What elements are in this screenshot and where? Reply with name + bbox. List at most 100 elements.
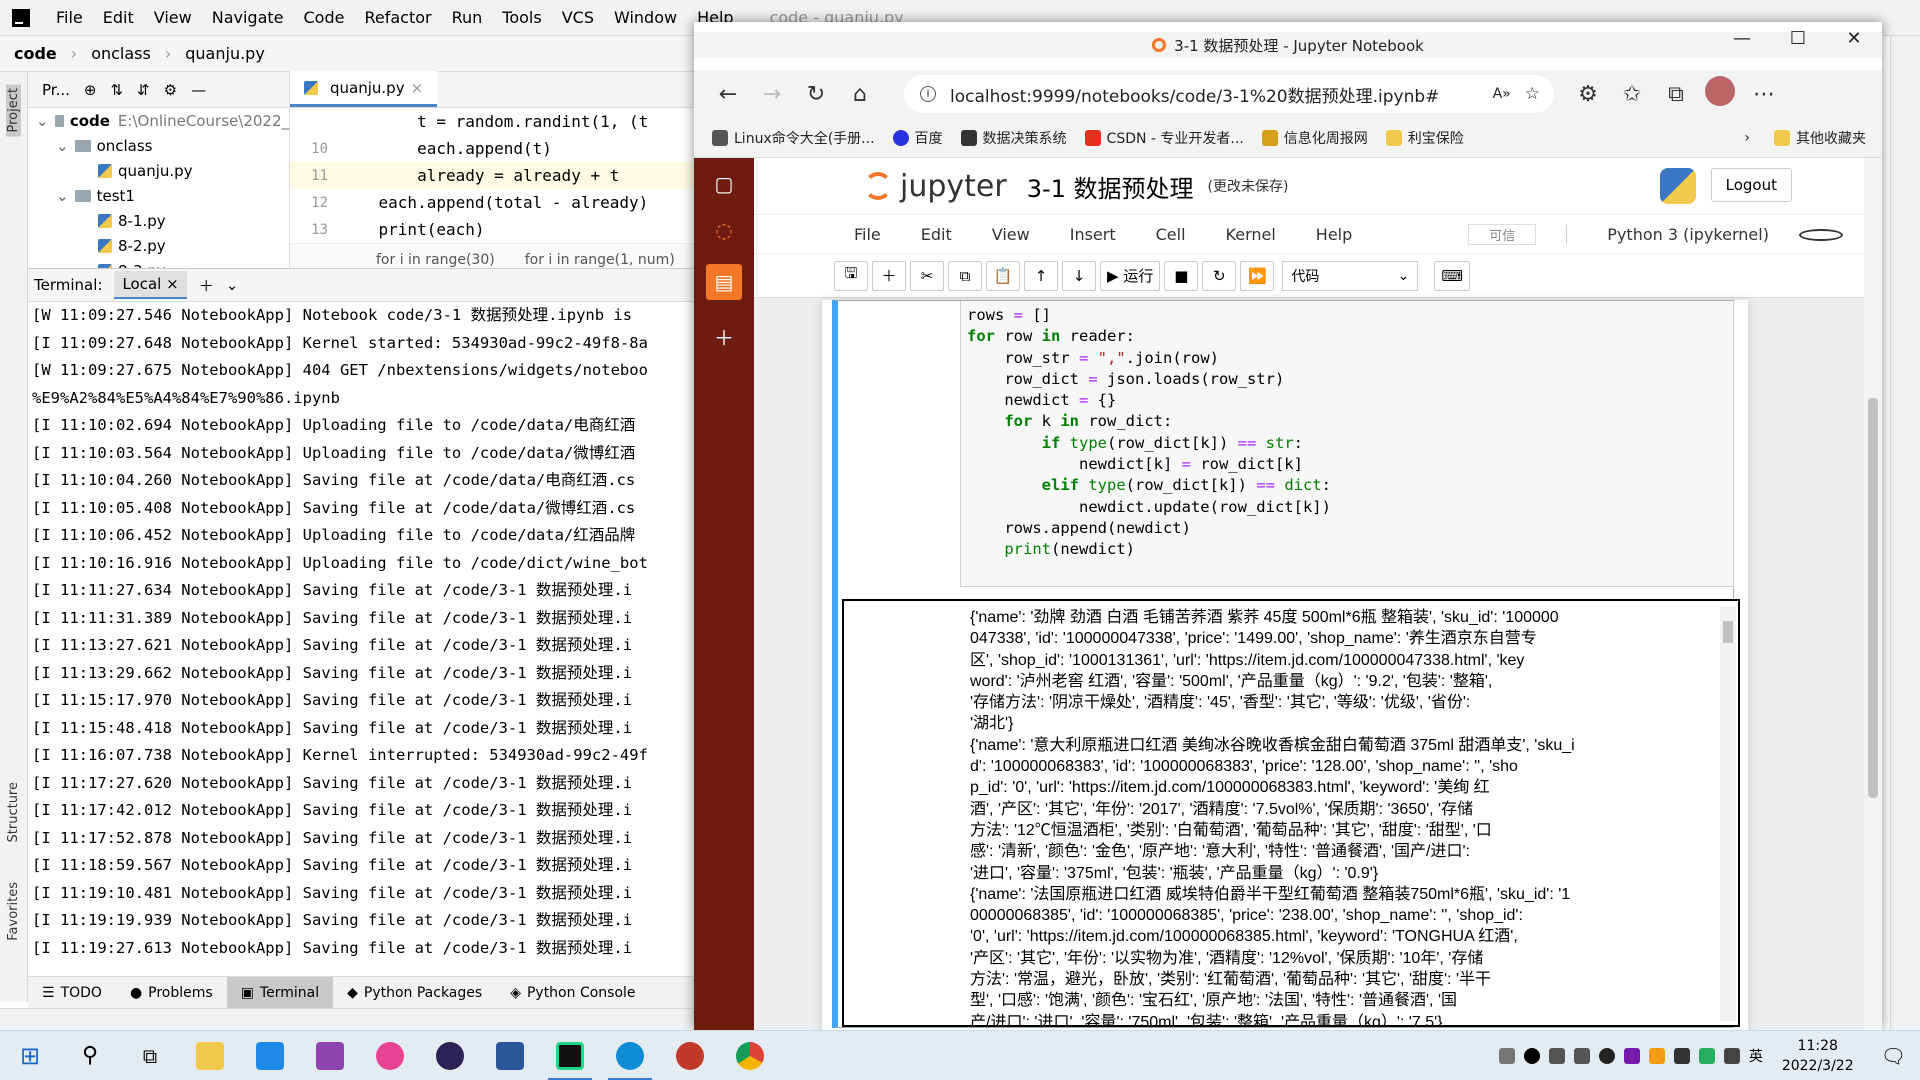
taskbar-chrome[interactable] [720, 1031, 780, 1080]
paste-icon[interactable]: 📋 [986, 260, 1020, 291]
project-tool-tab[interactable]: Project [6, 84, 21, 137]
ide-menu-file[interactable]: File [46, 8, 93, 27]
output-scroll-thumb[interactable] [1723, 621, 1733, 643]
bookmark-csdn[interactable]: CSDN - 专业开发者... [1084, 128, 1244, 148]
bookmark-insurance[interactable]: 利宝保险 [1385, 128, 1464, 148]
tree-item-8-1-py[interactable]: 8-1.py [28, 208, 289, 233]
forward-arrow-icon[interactable]: → [750, 82, 794, 107]
copy-icon[interactable]: ⧉ [948, 260, 982, 291]
jupyter-menu-cell[interactable]: Cell [1136, 225, 1206, 244]
tree-item-test1[interactable]: ⌄ test1 [28, 183, 289, 208]
bookmark-weekly[interactable]: 信息化周报网 [1261, 128, 1368, 148]
todo-tool-button[interactable]: ☰ TODO [28, 977, 116, 1009]
favorites-icon[interactable]: ✩ [1610, 82, 1654, 107]
jupyter-menu-view[interactable]: View [972, 225, 1050, 244]
taskbar-edge[interactable] [600, 1031, 660, 1080]
taskbar-visual-studio[interactable] [300, 1031, 360, 1080]
battery-icon[interactable] [1723, 1048, 1740, 1064]
ide-menu-navigate[interactable]: Navigate [202, 8, 294, 27]
project-view-selector[interactable]: Pr... [42, 81, 70, 99]
notebook-name[interactable]: 3-1 数据预处理 [1027, 169, 1194, 204]
ide-menu-vcs[interactable]: VCS [552, 8, 604, 27]
cell-input[interactable]: rows = [] for row in reader: row_str = ",… [960, 301, 1734, 587]
python-console-button[interactable]: ◈ Python Console [496, 977, 649, 1009]
chevron-down-icon[interactable]: ⌄ [56, 137, 69, 155]
gear-icon[interactable]: ⚙ [164, 81, 177, 99]
save-icon[interactable]: 🖫 [834, 260, 868, 291]
terminal-tab-local[interactable]: Local × [114, 271, 187, 299]
bookmark-decision[interactable]: 数据决策系统 [960, 128, 1067, 148]
tree-item-quanju-py[interactable]: quanju.py [28, 158, 289, 183]
taskbar-app-star[interactable] [360, 1031, 420, 1080]
start-button[interactable]: ⊞ [0, 1031, 60, 1080]
move-down-icon[interactable]: ↓ [1062, 260, 1096, 291]
tree-item-code[interactable]: ⌄ code E:\OnlineCourse\2022_ [28, 108, 289, 133]
tree-item-8-2-py[interactable]: 8-2.py [28, 233, 289, 258]
close-icon[interactable]: × [411, 79, 424, 97]
network-drive-icon[interactable] [1498, 1048, 1515, 1064]
taskbar-word[interactable] [480, 1031, 540, 1080]
chevron-down-icon[interactable]: ⌄ [56, 187, 69, 205]
bookmark-baidu[interactable]: 百度 [892, 128, 943, 148]
github-icon[interactable] [1598, 1048, 1615, 1064]
info-icon[interactable]: i [920, 86, 936, 102]
jupyter-logo[interactable]: jupyter [864, 169, 1007, 204]
notification-icon[interactable]: 🗨 [1881, 1044, 1906, 1068]
insert-cell-icon[interactable]: ＋ [872, 260, 906, 291]
breadcrumb-code[interactable]: code [14, 44, 57, 63]
trusted-badge[interactable]: 可信 [1468, 223, 1537, 245]
collections-icon[interactable]: ⧉ [1654, 82, 1698, 107]
url-input[interactable]: i localhost:9999/notebooks/code/3-1%20数据… [904, 75, 1554, 113]
more-icon[interactable]: ⋯ [1742, 82, 1786, 107]
refresh-icon[interactable]: ↻ [794, 82, 838, 107]
notebook-side-icon[interactable]: ▤ [706, 264, 742, 300]
stop-icon[interactable]: ■ [1164, 260, 1199, 291]
structure-tool-tab[interactable]: Structure [6, 782, 21, 842]
page-scroll-thumb[interactable] [1868, 398, 1878, 798]
collapse-all-icon[interactable]: ⇵ [137, 81, 150, 99]
taskbar-app-red[interactable] [660, 1031, 720, 1080]
terminal-tool-button[interactable]: ▣ Terminal [226, 976, 334, 1009]
read-aloud-icon[interactable]: A» [1493, 86, 1511, 102]
home-icon[interactable]: ⌂ [838, 82, 882, 107]
jupyter-side-icon[interactable]: ◌ [712, 218, 736, 242]
clock[interactable]: 11:28 2022/3/22 [1782, 1036, 1854, 1076]
onenote-icon[interactable] [1623, 1048, 1640, 1064]
task-view-button[interactable]: ⧉ [120, 1031, 180, 1080]
power-icon[interactable] [1648, 1048, 1665, 1064]
cell-type-select[interactable]: 代码 ⌄ [1282, 260, 1419, 291]
avatar[interactable] [1698, 76, 1742, 112]
jupyter-menu-kernel[interactable]: Kernel [1206, 225, 1296, 244]
nvidia-icon[interactable] [1698, 1048, 1715, 1064]
ide-menu-refactor[interactable]: Refactor [354, 8, 441, 27]
maximize-icon[interactable]: ☐ [1770, 28, 1826, 49]
close-window-icon[interactable]: ✕ [1826, 28, 1882, 49]
problems-tool-button[interactable]: ● Problems [116, 977, 227, 1009]
hide-icon[interactable]: — [191, 81, 206, 99]
extensions-icon[interactable]: ⚙ [1566, 82, 1610, 107]
other-bookmarks[interactable]: 其他收藏夹 [1774, 128, 1866, 148]
terminal-output[interactable]: [W 11:09:27.546 NotebookApp] Notebook co… [28, 302, 700, 970]
move-up-icon[interactable]: ↑ [1024, 260, 1058, 291]
run-button[interactable]: ▶ 运行 [1100, 260, 1161, 291]
taskbar-vscode[interactable] [240, 1031, 300, 1080]
locate-icon[interactable]: ⊕ [84, 81, 97, 99]
ide-menu-run[interactable]: Run [442, 8, 493, 27]
code-cell[interactable]: rows = [] for row in reader: row_str = ",… [832, 300, 1740, 1028]
jupyter-menu-insert[interactable]: Insert [1050, 225, 1136, 244]
crumb-outer-loop[interactable]: for i in range(30) [376, 252, 495, 268]
logout-button[interactable]: Logout [1710, 168, 1792, 202]
bookmarks-more-icon[interactable]: › [1744, 130, 1750, 146]
tabs-icon[interactable]: ▢ [712, 172, 736, 196]
minimize-icon[interactable]: — [1714, 28, 1770, 49]
favorites-tool-tab[interactable]: Favorites [6, 882, 21, 941]
fast-forward-icon[interactable]: ⏩ [1240, 260, 1275, 291]
shield-icon[interactable] [1673, 1048, 1690, 1064]
editor-tab-quanju[interactable]: quanju.py × [290, 71, 438, 107]
search-button[interactable]: ⚲ [60, 1031, 120, 1080]
ide-menu-view[interactable]: View [144, 8, 202, 27]
restart-icon[interactable]: ↻ [1202, 260, 1237, 291]
crumb-inner-loop[interactable]: for i in range(1, num) [525, 252, 675, 268]
chevron-down-icon[interactable]: ⌄ [226, 276, 239, 294]
expand-all-icon[interactable]: ⇅ [110, 81, 123, 99]
